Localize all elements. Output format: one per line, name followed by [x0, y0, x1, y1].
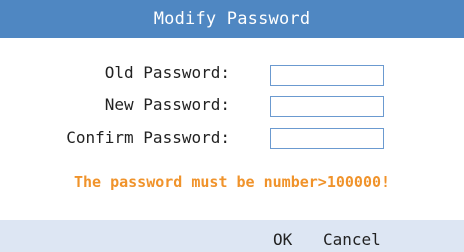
confirm-password-field[interactable]	[270, 128, 384, 149]
modify-password-dialog: Modify Password Old Password: New Passwo…	[0, 0, 464, 252]
new-password-field[interactable]	[270, 96, 384, 117]
confirm-password-label: Confirm Password:	[66, 128, 230, 147]
old-password-field[interactable]	[270, 65, 384, 86]
ok-button[interactable]: OK	[273, 220, 292, 252]
old-password-label: Old Password:	[104, 63, 230, 82]
dialog-footer: OK Cancel	[0, 220, 464, 252]
cancel-button[interactable]: Cancel	[323, 220, 381, 252]
dialog-title: Modify Password	[0, 0, 464, 38]
new-password-label: New Password:	[104, 95, 230, 114]
password-hint: The password must be number>100000!	[73, 173, 391, 191]
